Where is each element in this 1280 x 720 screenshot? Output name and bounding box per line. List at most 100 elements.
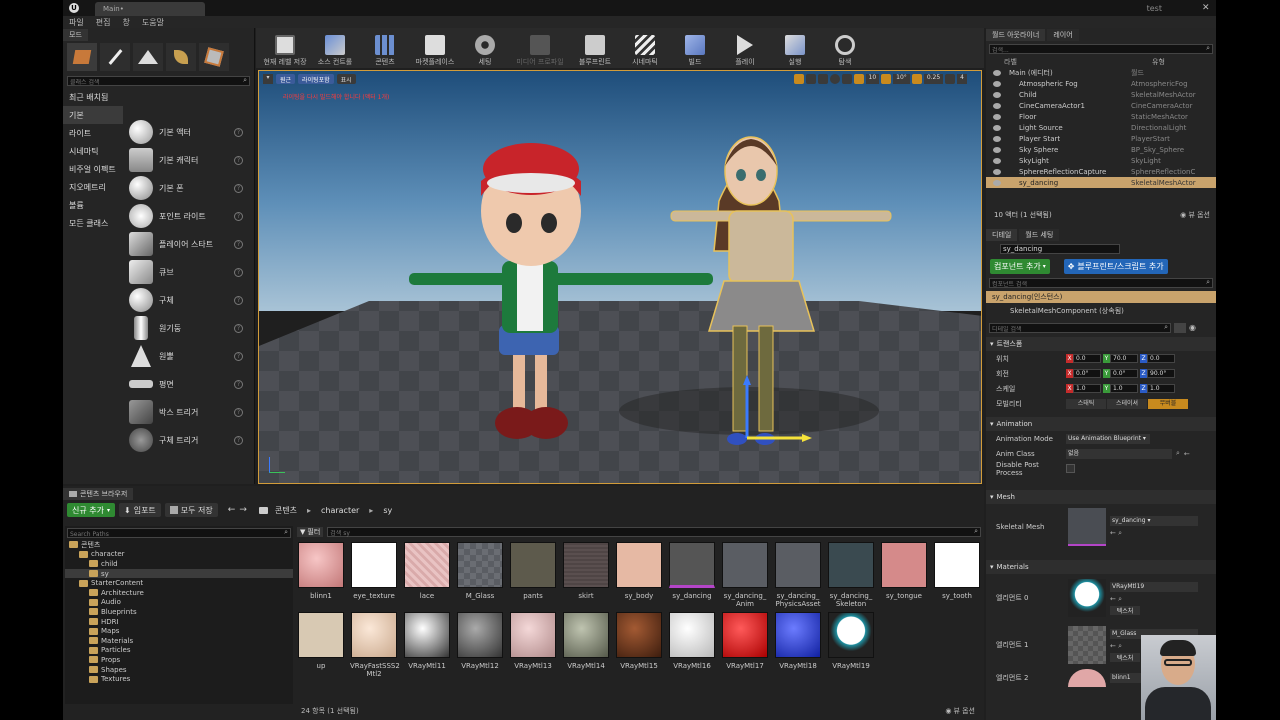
folder-tree-item[interactable]: Maps: [65, 626, 293, 636]
help-icon[interactable]: ?: [234, 379, 243, 389]
instance-row[interactable]: sy_dancing(인스턴스): [986, 291, 1216, 303]
location-y-field[interactable]: 70.0: [1110, 354, 1138, 363]
place-item-sphere-trigger[interactable]: 구체 트리거?: [125, 426, 249, 454]
asset-tile[interactable]: sy_dancing_ Anim: [721, 542, 769, 610]
add-component-button[interactable]: 컴포넌트 추가 ▾: [990, 258, 1050, 274]
help-icon[interactable]: ?: [234, 295, 243, 305]
folder-tree-item[interactable]: Blueprints: [65, 607, 293, 617]
category-cinematic[interactable]: 시네마틱: [63, 142, 123, 160]
help-icon[interactable]: ?: [234, 323, 243, 333]
place-item-point-light[interactable]: 포인트 라이트?: [125, 202, 249, 230]
asset-tile[interactable]: up: [297, 612, 345, 680]
class-search-box[interactable]: ⌕: [67, 76, 250, 87]
content-button[interactable]: 콘텐츠: [360, 29, 410, 67]
foliage-mode-icon[interactable]: [166, 43, 196, 71]
angle-snap-icon[interactable]: [881, 74, 892, 84]
folder-tree-item[interactable]: HDRI: [65, 617, 293, 627]
help-icon[interactable]: ?: [234, 267, 243, 277]
eye-icon[interactable]: [993, 69, 1001, 76]
asset-tile[interactable]: M_Glass: [456, 542, 504, 610]
paint-mode-icon[interactable]: [100, 43, 130, 71]
help-icon[interactable]: ?: [234, 155, 243, 165]
arrow-left-icon[interactable]: ←: [1110, 529, 1118, 537]
anim-class-dropdown[interactable]: 없음: [1066, 448, 1172, 459]
close-icon[interactable]: ✕: [1202, 3, 1216, 13]
outliner-row[interactable]: Child SkeletalMeshActor: [986, 89, 1216, 100]
help-icon[interactable]: ?: [234, 351, 243, 361]
column-type[interactable]: 유형: [1152, 57, 1165, 67]
mobility-static-option[interactable]: 스태틱: [1066, 398, 1106, 409]
search-icon[interactable]: ⌕: [1118, 529, 1122, 537]
category-basic[interactable]: 기본: [63, 106, 123, 124]
asset-tile[interactable]: sy_dancing_ PhysicsAsset: [774, 542, 822, 610]
rotation-z-field[interactable]: 90.0°: [1147, 369, 1175, 378]
help-icon[interactable]: ?: [234, 183, 243, 193]
help-icon[interactable]: ?: [234, 127, 243, 137]
rotation-y-field[interactable]: 0.0°: [1110, 369, 1138, 378]
place-item-cube[interactable]: 큐브?: [125, 258, 249, 286]
eye-icon[interactable]: [993, 124, 1001, 131]
folder-tree-item[interactable]: Shapes: [65, 665, 293, 675]
place-item-player-start[interactable]: 플레이어 스타트?: [125, 230, 249, 258]
material-1-thumbnail[interactable]: [1068, 626, 1106, 664]
outliner-row[interactable]: sy_dancing SkeletalMeshActor: [986, 177, 1216, 188]
menu-window[interactable]: 창: [122, 17, 129, 28]
mobility-stationary-option[interactable]: 스테이셔: [1107, 398, 1147, 409]
asset-tile[interactable]: VRayMtl14: [562, 612, 610, 680]
asset-search-box[interactable]: ⌕: [327, 527, 981, 538]
mobility-movable-option[interactable]: 무버블: [1148, 398, 1188, 409]
asset-tile[interactable]: lace: [403, 542, 451, 610]
tab-modes[interactable]: 모드: [63, 29, 88, 41]
asset-tile[interactable]: VRayMtl19: [827, 612, 875, 680]
tab-world-settings[interactable]: 월드 세팅: [1019, 228, 1060, 241]
class-search-input[interactable]: [68, 78, 238, 87]
tab-content-browser[interactable]: 콘텐츠 브라우저: [63, 488, 134, 500]
asset-tile[interactable]: VRayMtl13: [509, 612, 557, 680]
arrow-left-icon[interactable]: ←: [1184, 450, 1190, 458]
outliner-row[interactable]: SphereReflectionCapture SphereReflectionC: [986, 166, 1216, 177]
landscape-mode-icon[interactable]: [133, 43, 163, 71]
eye-icon[interactable]: [993, 102, 1001, 109]
asset-tile[interactable]: VRayFastSSS2 Mtl2: [350, 612, 400, 680]
asset-tile[interactable]: VRayMtl16: [668, 612, 716, 680]
component-row[interactable]: SkeletalMeshComponent (상속됨): [986, 303, 1216, 319]
outliner-row[interactable]: Light Source DirectionalLight: [986, 122, 1216, 133]
menu-file[interactable]: 파일: [69, 17, 84, 28]
navigate-button[interactable]: 탐색: [820, 29, 870, 67]
category-visual-effects[interactable]: 비주얼 이펙트: [63, 160, 123, 178]
material-0-thumbnail[interactable]: [1068, 579, 1106, 617]
asset-tile[interactable]: sy_dancing_ Skeleton: [827, 542, 875, 610]
marketplace-button[interactable]: 마켓플레이스: [410, 29, 460, 67]
settings-button[interactable]: 세팅: [460, 29, 510, 67]
lighting-mode-button[interactable]: 라이팅포함: [298, 74, 334, 84]
folder-tree-item[interactable]: Architecture: [65, 588, 293, 598]
search-paths-box[interactable]: ⌕: [67, 528, 291, 539]
show-button[interactable]: 표시: [336, 74, 356, 84]
eye-icon[interactable]: [993, 135, 1001, 142]
rotate-tool-icon[interactable]: [805, 74, 816, 84]
grid-snap-value[interactable]: 10: [865, 74, 880, 84]
forward-arrow-icon[interactable]: →: [239, 505, 247, 515]
transform-section-header[interactable]: ▾ 트랜스폼: [986, 337, 1216, 351]
scale-x-field[interactable]: 1.0: [1073, 384, 1101, 393]
place-item-character[interactable]: 기본 캐릭터?: [125, 146, 249, 174]
animation-section-header[interactable]: ▾ Animation: [986, 417, 1216, 431]
folder-tree-item[interactable]: Particles: [65, 646, 293, 656]
eye-icon[interactable]: [993, 91, 1001, 98]
search-paths-input[interactable]: [68, 530, 268, 539]
folder-tree-item[interactable]: child: [65, 559, 293, 569]
place-item-box-trigger[interactable]: 박스 트리거?: [125, 398, 249, 426]
viewport-options-button[interactable]: ▾: [263, 74, 273, 84]
view-options-button[interactable]: ◉ 뷰 옵션: [945, 706, 975, 716]
breadcrumb-character[interactable]: character: [321, 506, 359, 515]
outliner-search-input[interactable]: [990, 46, 1190, 55]
folder-tree-item[interactable]: StarterContent: [65, 578, 293, 588]
breadcrumb-content[interactable]: 콘텐츠: [275, 505, 297, 516]
skeletal-mesh-dropdown[interactable]: sy_dancing ▾: [1110, 516, 1198, 526]
component-search-input[interactable]: [990, 280, 1190, 289]
material-0-dropdown[interactable]: VRayMtl19: [1110, 581, 1198, 592]
surface-snap-icon[interactable]: [841, 74, 852, 84]
asset-tile[interactable]: sy_tooth: [933, 542, 981, 610]
category-all-classes[interactable]: 모든 클래스: [63, 214, 123, 232]
play-button[interactable]: 플레이: [720, 29, 770, 67]
